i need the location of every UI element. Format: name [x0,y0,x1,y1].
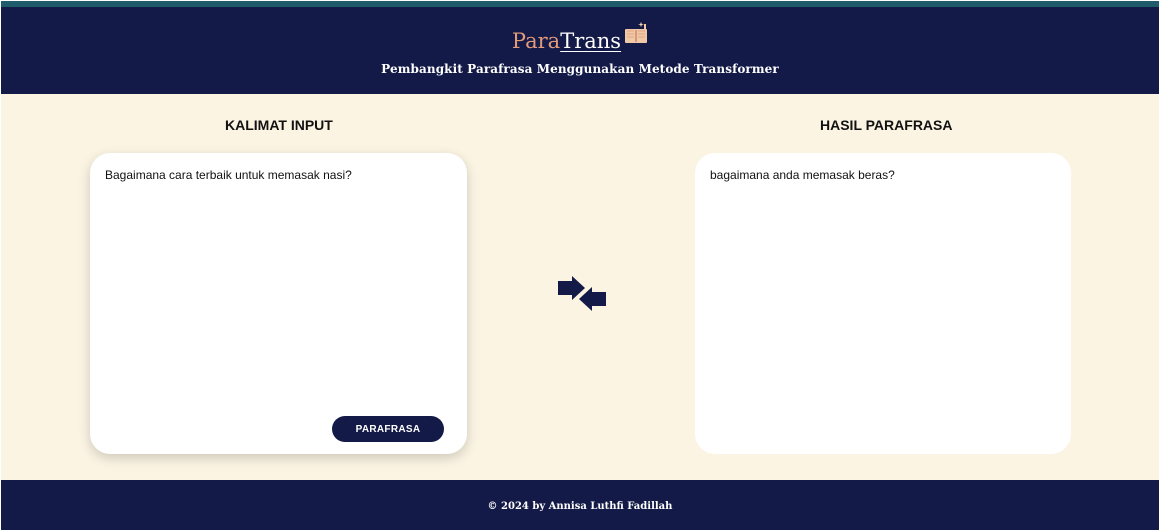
input-panel: Bagaimana cara terbaik untuk memasak nas… [90,153,467,454]
header: Para Trans Pembangkit Parafrasa Mengguna… [1,7,1159,94]
output-text: bagaimana anda memasak beras? [710,168,895,182]
swap-arrows-icon [556,276,608,320]
footer: © 2024 by Annisa Luthfi Fadillah [1,480,1159,530]
logo[interactable]: Para Trans [1,22,1159,55]
input-label: KALIMAT INPUT [225,117,333,133]
footer-copyright: © 2024 by Annisa Luthfi Fadillah [487,501,673,512]
input-textarea[interactable]: Bagaimana cara terbaik untuk memasak nas… [105,167,445,407]
logo-para-text: Para [511,29,561,53]
header-subtitle: Pembangkit Parafrasa Menggunakan Metode … [381,62,779,76]
app-frame: Para Trans Pembangkit Parafrasa Mengguna… [1,1,1159,530]
output-label: HASIL PARAFRASA [820,117,953,133]
paraphrase-button[interactable]: PARAFRASA [332,416,444,442]
logo-trans-text: Trans [560,29,622,53]
output-panel: bagaimana anda memasak beras? [695,153,1071,454]
open-book-icon [624,21,648,52]
